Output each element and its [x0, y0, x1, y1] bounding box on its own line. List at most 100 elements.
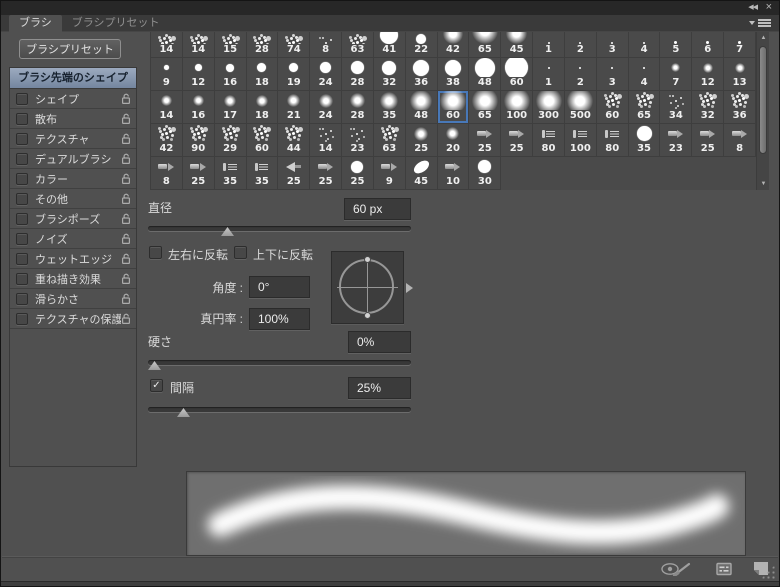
brush-cell[interactable]: 80: [596, 124, 629, 157]
lock-icon[interactable]: [121, 153, 131, 165]
brush-cell[interactable]: 25: [501, 124, 534, 157]
scroll-up-icon[interactable]: ▲: [757, 35, 770, 41]
collapse-to-icons-icon[interactable]: ◀◀: [748, 3, 758, 11]
brush-cell[interactable]: 16: [182, 91, 215, 124]
lock-icon[interactable]: [121, 213, 131, 225]
brush-cell[interactable]: 63: [342, 32, 374, 58]
brush-cell[interactable]: 32: [692, 91, 725, 124]
brush-presets-button[interactable]: ブラシプリセット: [19, 39, 121, 59]
brush-cell[interactable]: 41: [373, 32, 406, 58]
brush-cell[interactable]: 13: [724, 58, 756, 91]
brush-cell[interactable]: 10: [437, 157, 470, 190]
brush-cell[interactable]: 42: [437, 32, 470, 58]
dial-handle-top[interactable]: [364, 256, 371, 263]
lock-icon[interactable]: [121, 233, 131, 245]
item-checkbox[interactable]: [16, 92, 28, 105]
brush-cell[interactable]: 60: [596, 91, 629, 124]
sidebar-item[interactable]: シェイプ: [10, 89, 136, 109]
item-checkbox[interactable]: [16, 312, 28, 325]
angle-input[interactable]: 0°: [249, 276, 310, 298]
brush-cell[interactable]: 5: [660, 32, 693, 58]
sidebar-item[interactable]: 散布: [10, 109, 136, 129]
brush-cell[interactable]: 80: [533, 124, 565, 157]
brush-cell[interactable]: 32: [373, 58, 406, 91]
hardness-slider[interactable]: [148, 356, 411, 371]
close-icon[interactable]: ×: [766, 1, 772, 13]
sidebar-item[interactable]: カラー: [10, 169, 136, 189]
brush-cell[interactable]: 6: [692, 32, 725, 58]
brush-cell[interactable]: 63: [373, 124, 406, 157]
item-checkbox[interactable]: [16, 232, 28, 245]
brush-cell[interactable]: 25: [182, 157, 215, 190]
brush-cell[interactable]: 35: [246, 157, 279, 190]
brush-cell[interactable]: 24: [310, 91, 343, 124]
brush-cell[interactable]: 15: [214, 32, 247, 58]
brush-cell[interactable]: 25: [469, 124, 502, 157]
brush-cell[interactable]: 44: [278, 124, 311, 157]
item-checkbox[interactable]: [16, 172, 28, 185]
brush-cell[interactable]: 19: [278, 58, 311, 91]
brush-cell[interactable]: 28: [342, 91, 374, 124]
stroke-preview-toggle-icon[interactable]: [660, 561, 694, 576]
lock-icon[interactable]: [121, 313, 131, 325]
brush-cell[interactable]: 7: [660, 58, 693, 91]
flip-x-checkbox[interactable]: [149, 246, 162, 259]
item-checkbox[interactable]: [16, 192, 28, 205]
scroll-down-icon[interactable]: ▼: [757, 181, 770, 187]
sidebar-item[interactable]: ブラシポーズ: [10, 209, 136, 229]
open-preset-manager-icon[interactable]: [716, 562, 732, 576]
brush-cell[interactable]: 48: [405, 91, 438, 124]
brush-cell[interactable]: 25: [342, 157, 374, 190]
brush-cell[interactable]: 14: [310, 124, 343, 157]
item-checkbox[interactable]: [16, 132, 28, 145]
lock-icon[interactable]: [121, 253, 131, 265]
brush-cell[interactable]: 17: [214, 91, 247, 124]
lock-icon[interactable]: [121, 113, 131, 125]
item-checkbox[interactable]: [16, 272, 28, 285]
brush-cell[interactable]: 4: [628, 58, 661, 91]
sidebar-item[interactable]: ウェットエッジ: [10, 249, 136, 269]
brush-cell[interactable]: 3: [596, 32, 629, 58]
brush-cell[interactable]: 14: [151, 91, 183, 124]
brush-cell[interactable]: 4: [628, 32, 661, 58]
brush-cell[interactable]: 14: [151, 32, 183, 58]
brush-cell[interactable]: 12: [692, 58, 725, 91]
sidebar-item[interactable]: デュアルブラシ: [10, 149, 136, 169]
brush-cell[interactable]: 42: [151, 124, 183, 157]
brush-cell[interactable]: 8: [151, 157, 183, 190]
brush-cell[interactable]: 36: [405, 58, 438, 91]
lock-icon[interactable]: [121, 273, 131, 285]
scrollbar-thumb[interactable]: [759, 46, 767, 154]
sidebar-item-brush-tip-shape[interactable]: ブラシ先端のシェイプ: [10, 68, 136, 89]
brush-cell[interactable]: 7: [724, 32, 756, 58]
item-checkbox[interactable]: [16, 212, 28, 225]
brush-cell[interactable]: 100: [564, 124, 597, 157]
spacing-checkbox[interactable]: ✓: [150, 379, 163, 392]
lock-icon[interactable]: [121, 133, 131, 145]
lock-icon[interactable]: [121, 193, 131, 205]
brush-cell[interactable]: 18: [246, 91, 279, 124]
lock-icon[interactable]: [121, 293, 131, 305]
grid-scrollbar[interactable]: ▲ ▼: [756, 32, 769, 190]
brush-cell[interactable]: 28: [342, 58, 374, 91]
dial-direction-arrow-icon[interactable]: [406, 283, 413, 293]
brush-cell[interactable]: 1: [533, 58, 565, 91]
brush-cell[interactable]: 35: [373, 91, 406, 124]
sidebar-item[interactable]: テクスチャの保護: [10, 309, 136, 329]
item-checkbox[interactable]: [16, 252, 28, 265]
brush-cell[interactable]: 25: [692, 124, 725, 157]
brush-cell[interactable]: 65: [469, 91, 502, 124]
hardness-input[interactable]: 0%: [348, 331, 411, 353]
dial-handle-bottom[interactable]: [364, 312, 371, 319]
tab-brush-presets[interactable]: ブラシプリセット: [62, 15, 170, 32]
brush-cell[interactable]: 12: [182, 58, 215, 91]
spacing-input[interactable]: 25%: [348, 377, 411, 399]
lock-icon[interactable]: [121, 173, 131, 185]
brush-cell[interactable]: 8: [724, 124, 756, 157]
brush-cell[interactable]: 8: [310, 32, 343, 58]
brush-cell[interactable]: 36: [724, 91, 756, 124]
brush-cell[interactable]: 48: [469, 58, 502, 91]
brush-cell[interactable]: 14: [182, 32, 215, 58]
sidebar-item[interactable]: 重ね描き効果: [10, 269, 136, 289]
panel-menu-icon[interactable]: [749, 18, 771, 28]
